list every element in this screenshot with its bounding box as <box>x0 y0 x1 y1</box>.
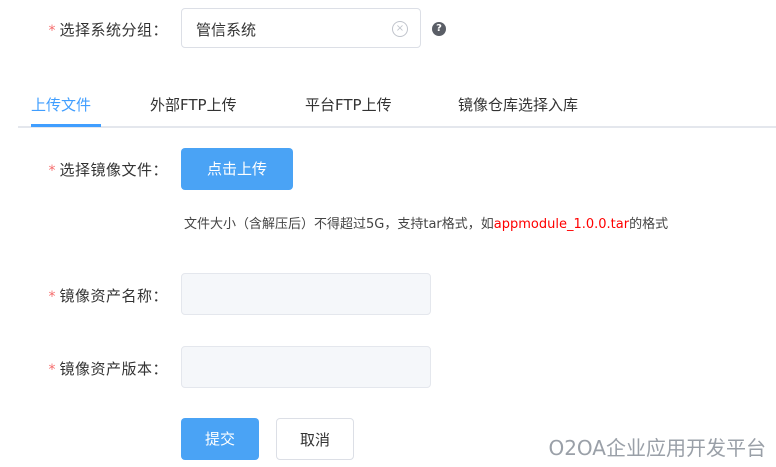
system-group-value: 管信系统 <box>196 21 257 39</box>
tab-external-ftp[interactable]: 外部FTP上传 <box>150 94 237 115</box>
required-mark: * <box>48 289 56 305</box>
cancel-button[interactable]: 取消 <box>276 418 354 460</box>
help-icon[interactable]: ? <box>432 22 446 36</box>
watermark: O2OA企业应用开发平台 <box>548 436 766 460</box>
tab-upload-file[interactable]: 上传文件 <box>31 94 91 115</box>
hint-example: appmodule_1.0.0.tar <box>493 217 630 232</box>
clear-icon[interactable]: × <box>392 21 408 37</box>
active-tab-indicator <box>31 124 101 127</box>
upload-method-tabs: 上传文件 外部FTP上传 平台FTP上传 镜像仓库选择入库 <box>0 84 776 128</box>
system-group-select[interactable]: 管信系统 × <box>181 8 421 48</box>
system-group-label: * 选择系统分组： <box>48 21 168 39</box>
tab-image-repository[interactable]: 镜像仓库选择入库 <box>458 94 578 115</box>
required-mark: * <box>48 163 56 179</box>
upload-hint: 文件大小（含解压后）不得超过5G，支持tar格式，如appmodule_1.0.… <box>184 217 669 232</box>
required-mark: * <box>48 362 56 378</box>
asset-name-label: * 镜像资产名称： <box>48 287 168 305</box>
image-file-label: * 选择镜像文件： <box>48 161 168 179</box>
asset-version-input[interactable] <box>181 346 431 388</box>
asset-name-input[interactable] <box>181 273 431 315</box>
upload-button[interactable]: 点击上传 <box>181 148 293 190</box>
tab-platform-ftp[interactable]: 平台FTP上传 <box>305 94 392 115</box>
required-mark: * <box>48 23 56 39</box>
asset-version-label: * 镜像资产版本： <box>48 360 168 378</box>
submit-button[interactable]: 提交 <box>181 418 259 460</box>
tab-divider <box>18 126 776 128</box>
